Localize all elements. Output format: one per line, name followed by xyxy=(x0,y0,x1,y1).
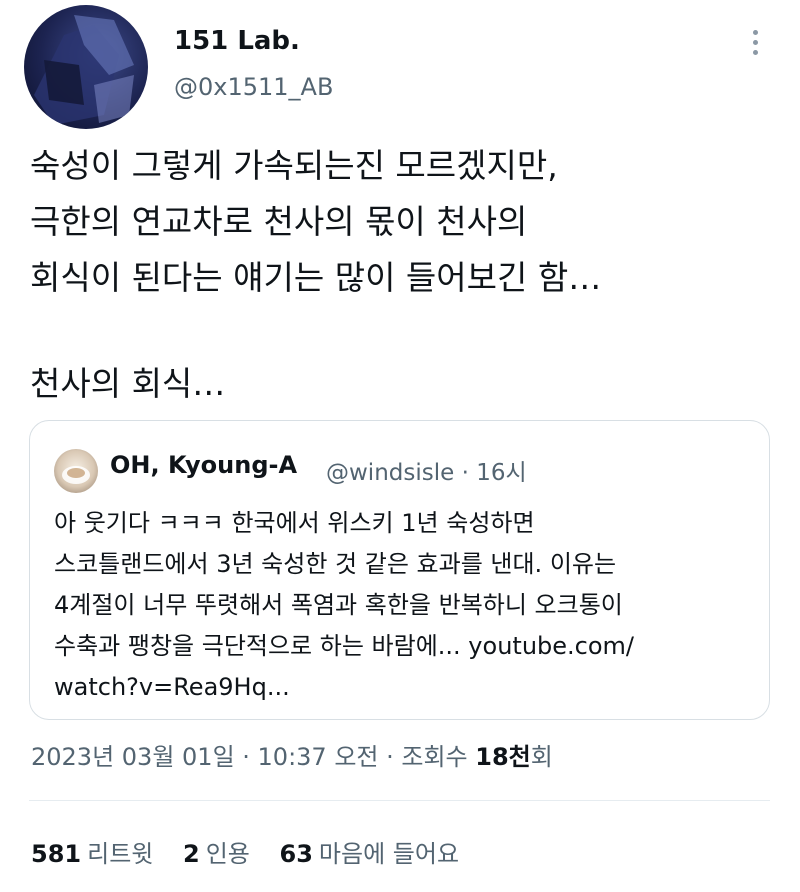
engagement-stats: 581 리트윗 2 인용 63 마음에 들어요 xyxy=(31,834,481,869)
quoted-author-meta: @windsisle · 16시 xyxy=(326,460,527,486)
more-dot xyxy=(752,39,758,45)
tweet-line: 극한의 연교차로 천사의 몫이 천사의 xyxy=(30,202,528,241)
likes-count: 63 xyxy=(279,840,313,868)
tweet-line: 회식이 된다는 얘기는 많이 들어보긴 함… xyxy=(30,258,602,297)
quoted-tweet-body: 아 웃기다 ㅋㅋㅋ 한국에서 위스키 1년 숙성하면 스코틀랜드에서 3년 숙성… xyxy=(54,503,759,708)
more-vertical-icon[interactable] xyxy=(740,22,770,62)
tweet-timestamp[interactable]: 2023년 03월 01일 · 10:37 오전 · 조회수 18천회 xyxy=(31,737,553,772)
author-handle[interactable]: @0x1511_AB xyxy=(174,73,333,101)
likes-stat[interactable]: 63 마음에 들어요 xyxy=(280,840,460,868)
author-display-name[interactable]: 151 Lab. xyxy=(174,26,300,56)
quoted-line: 4계절이 너무 뚜렷해서 폭염과 혹한을 반복하니 오크통이 xyxy=(54,591,623,619)
quoted-line: watch?v=Rea9Hq... xyxy=(54,673,290,701)
quotes-label: 인용 xyxy=(205,840,250,868)
quoted-author-name[interactable]: OH, Kyoung-A xyxy=(110,451,297,479)
quoted-author-avatar[interactable] xyxy=(54,449,98,493)
likes-label: 마음에 들어요 xyxy=(318,840,460,868)
views-count: 18천 xyxy=(475,743,531,771)
quoted-line: 아 웃기다 ㅋㅋㅋ 한국에서 위스키 1년 숙성하면 xyxy=(54,509,535,537)
avatar-artwork xyxy=(34,15,134,125)
tweet-body: 숙성이 그렇게 가속되는진 모르겠지만, 극한의 연교차로 천사의 몫이 천사의… xyxy=(30,138,780,412)
author-avatar[interactable] xyxy=(24,5,148,129)
quotes-count: 2 xyxy=(183,840,200,868)
tweet-line: 천사의 회식… xyxy=(30,364,226,403)
tweet-header: 151 Lab. @0x1511_AB xyxy=(0,0,800,130)
quoted-line: 수축과 팽창을 극단적으로 하는 바람에... youtube.com/ xyxy=(54,632,635,660)
divider xyxy=(29,800,770,801)
quotes-stat[interactable]: 2 인용 xyxy=(183,840,250,868)
more-dot xyxy=(752,29,758,35)
retweets-count: 581 xyxy=(31,840,82,868)
quoted-avatar-artwork xyxy=(62,466,90,484)
timestamp-datetime: 2023년 03월 01일 · 10:37 오전 · 조회수 xyxy=(31,743,476,771)
retweets-label: 리트윗 xyxy=(87,840,154,868)
tweet-line: 숙성이 그렇게 가속되는진 모르겠지만, xyxy=(30,146,558,185)
quoted-line: 스코틀랜드에서 3년 숙성한 것 같은 효과를 낸대. 이유는 xyxy=(54,550,617,578)
views-suffix: 회 xyxy=(530,743,553,771)
quoted-tweet-card[interactable]: OH, Kyoung-A @windsisle · 16시 아 웃기다 ㅋㅋㅋ … xyxy=(29,420,770,720)
retweets-stat[interactable]: 581 리트윗 xyxy=(31,840,153,868)
more-dot xyxy=(752,49,758,55)
